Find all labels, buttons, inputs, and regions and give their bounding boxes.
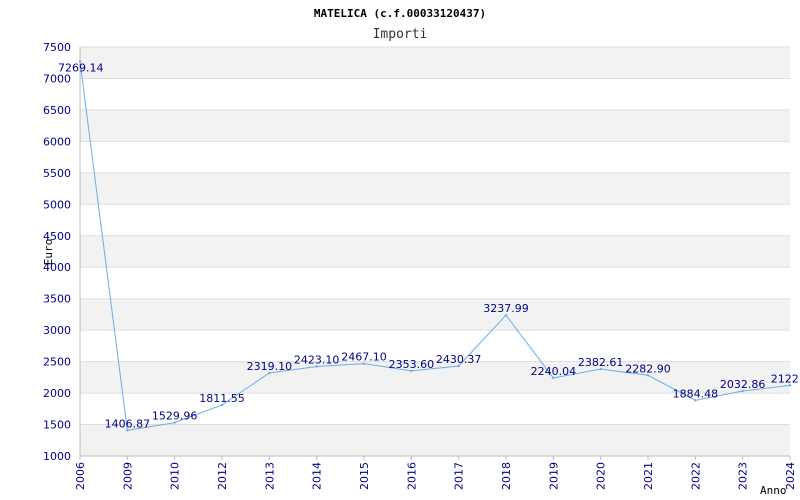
y-axis-title: Euro <box>42 239 55 266</box>
y-tick-label: 1000 <box>43 450 71 463</box>
data-label: 2032.86 <box>720 378 766 391</box>
grid-band <box>80 298 790 331</box>
data-label: 2122.8 <box>771 372 800 385</box>
x-tick-label: 2023 <box>737 462 750 490</box>
x-tick-label: 2013 <box>263 462 276 490</box>
x-axis-title: Anno <box>760 484 787 497</box>
data-label: 1406.87 <box>105 417 151 430</box>
y-tick-label: 1500 <box>43 419 71 432</box>
data-label: 7269.14 <box>58 62 104 75</box>
data-label: 2353.60 <box>389 358 435 371</box>
y-tick-label: 7500 <box>43 41 71 54</box>
grid-band <box>80 109 790 142</box>
grid-band <box>80 235 790 268</box>
data-label: 1811.55 <box>199 392 245 405</box>
x-tick-labels: 2006 2009 2010 2012 2013 2014 2015 2016 2017 2018… <box>74 456 797 490</box>
data-label: 2430.37 <box>436 353 482 366</box>
x-tick-label: 2006 <box>74 462 87 490</box>
y-tick-label: 2000 <box>43 387 71 400</box>
x-tick-label: 2018 <box>500 462 513 490</box>
data-label: 2240.04 <box>531 365 577 378</box>
data-label: 2282.90 <box>625 362 671 375</box>
data-label: 1884.48 <box>673 387 719 400</box>
y-tick-label: 3000 <box>43 324 71 337</box>
y-tick-label: 6000 <box>43 135 71 148</box>
line-chart: 1000150020002500300035004000450050005500… <box>42 7 800 497</box>
y-tick-label: 6500 <box>43 104 71 117</box>
data-label: 3237.99 <box>483 302 529 315</box>
y-tick-label: 2500 <box>43 356 71 369</box>
data-label: 2382.61 <box>578 356 624 369</box>
y-tick-label: 5000 <box>43 198 71 211</box>
x-tick-label: 2022 <box>689 462 702 490</box>
data-label: 2423.10 <box>294 353 340 366</box>
x-tick-label: 2014 <box>311 462 324 490</box>
grid-band <box>80 172 790 205</box>
grid-band <box>80 47 790 79</box>
x-tick-label: 2021 <box>642 462 655 490</box>
y-tick-label: 3500 <box>43 293 71 306</box>
data-label: 1529.96 <box>152 410 198 423</box>
data-label: 2467.10 <box>341 351 387 364</box>
x-tick-label: 2012 <box>216 462 229 490</box>
x-tick-label: 2015 <box>358 462 371 490</box>
x-tick-label: 2017 <box>453 462 466 490</box>
x-tick-label: 2009 <box>121 462 134 490</box>
x-tick-label: 2016 <box>405 462 418 490</box>
x-tick-label: 2019 <box>547 462 560 490</box>
y-tick-label: 5500 <box>43 167 71 180</box>
x-tick-label: 2020 <box>595 462 608 490</box>
grid-band <box>80 424 790 456</box>
chart-subtitle: Importi <box>373 27 428 42</box>
chart-title: MATELICA (c.f.00033120437) <box>314 7 486 20</box>
data-label: 2319.10 <box>247 360 293 373</box>
x-tick-label: 2010 <box>169 462 182 490</box>
